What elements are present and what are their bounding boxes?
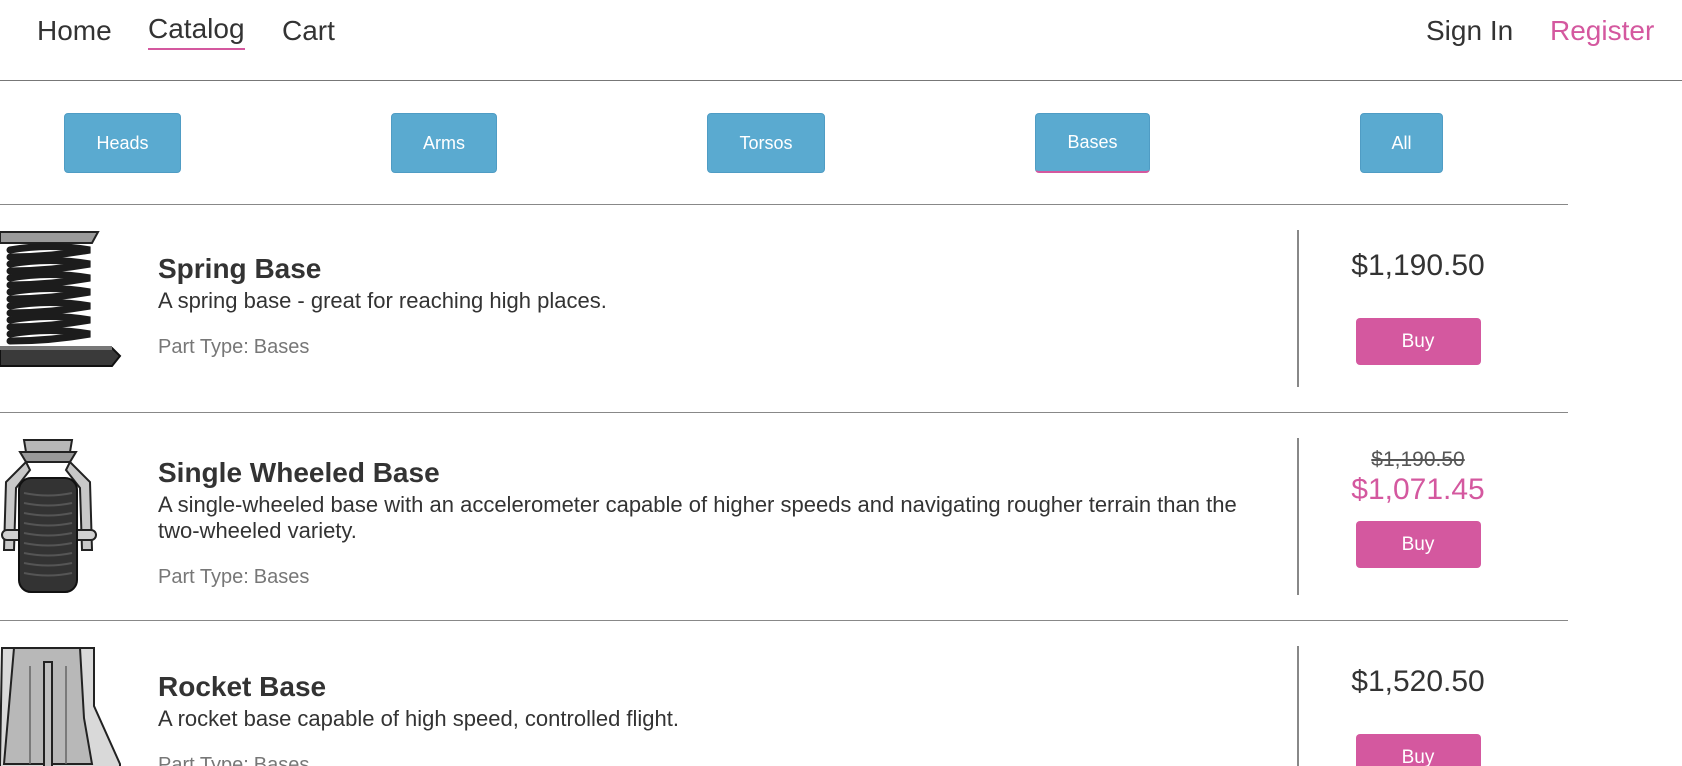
product-part-type: Part Type: Bases <box>158 754 1248 766</box>
filter-arms-button[interactable]: Arms <box>391 113 497 173</box>
top-nav: Home Catalog Cart Sign In Register <box>0 0 1682 81</box>
part-type-label: Part Type: <box>158 566 249 588</box>
product-part-type: Part Type: Bases <box>158 566 1248 589</box>
product-row: Spring Base A spring base - great for re… <box>0 205 1568 413</box>
product-price: $1,190.50 <box>1351 249 1485 282</box>
part-type-label: Part Type: <box>158 336 249 358</box>
filter-all-button[interactable]: All <box>1360 113 1443 173</box>
price-box: $1,520.50 Buy <box>1304 664 1532 766</box>
product-info: Spring Base A spring base - great for re… <box>158 253 1248 359</box>
original-price: $1,190.50 <box>1371 448 1465 471</box>
spring-base-image <box>0 230 125 376</box>
product-title[interactable]: Spring Base <box>158 253 1248 285</box>
product-description: A spring base - great for reaching high … <box>158 288 607 313</box>
filter-torsos-button[interactable]: Torsos <box>707 113 825 173</box>
product-description: A rocket base capable of high speed, con… <box>158 706 680 731</box>
nav-cart-link[interactable]: Cart <box>282 14 335 48</box>
price-divider <box>1297 646 1299 766</box>
product-row: Rocket Base A rocket base capable of hig… <box>0 621 1568 766</box>
part-type-value: Bases <box>253 566 310 588</box>
product-row: Single Wheeled Base A single-wheeled bas… <box>0 413 1568 621</box>
buy-button[interactable]: Buy <box>1355 318 1481 365</box>
rocket-base-image <box>0 646 125 766</box>
filter-bases-button[interactable]: Bases <box>1035 113 1150 173</box>
price-divider <box>1297 438 1299 595</box>
buy-button[interactable]: Buy <box>1355 521 1481 568</box>
buy-button[interactable]: Buy <box>1355 734 1481 766</box>
price-box: $1,190.50 Buy <box>1304 248 1532 365</box>
category-filter-bar: Heads Arms Torsos Bases All <box>0 81 1568 205</box>
sale-price: $1,071.45 <box>1351 473 1485 506</box>
nav-sign-in-link[interactable]: Sign In <box>1426 14 1513 48</box>
part-type-label: Part Type: <box>158 754 249 766</box>
single-wheeled-base-image <box>0 438 125 598</box>
product-price: $1,520.50 <box>1351 665 1485 698</box>
part-type-value: Bases <box>253 754 310 766</box>
nav-catalog-link[interactable]: Catalog <box>148 12 245 50</box>
product-part-type: Part Type: Bases <box>158 336 1248 359</box>
nav-home-link[interactable]: Home <box>37 14 112 48</box>
product-info: Rocket Base A rocket base capable of hig… <box>158 671 1248 766</box>
product-title[interactable]: Single Wheeled Base <box>158 457 1248 489</box>
nav-register-link[interactable]: Register <box>1550 14 1654 48</box>
product-info: Single Wheeled Base A single-wheeled bas… <box>158 457 1248 589</box>
price-divider <box>1297 230 1299 387</box>
product-description: A single-wheeled base with an accelerome… <box>158 492 1237 543</box>
filter-heads-button[interactable]: Heads <box>64 113 181 173</box>
product-title[interactable]: Rocket Base <box>158 671 1248 703</box>
price-box: $1,190.50 $1,071.45 Buy <box>1304 448 1532 568</box>
part-type-value: Bases <box>253 336 310 358</box>
